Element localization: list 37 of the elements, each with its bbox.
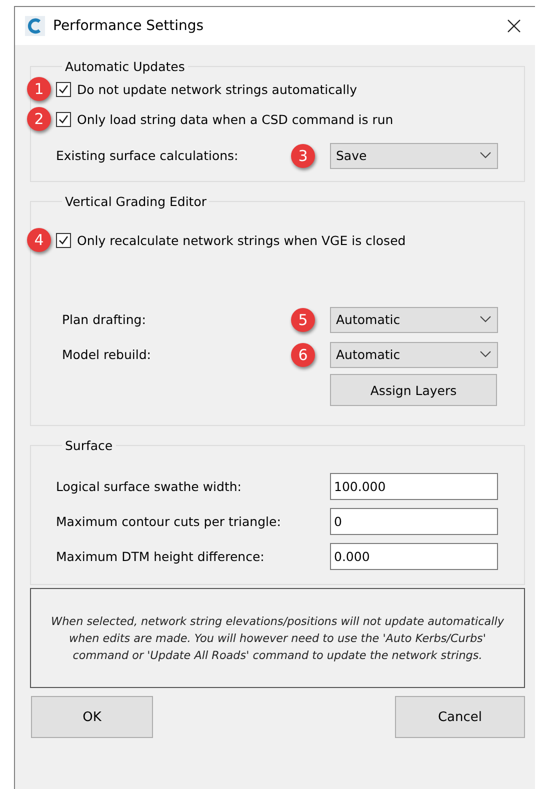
chevron-down-icon: [480, 152, 491, 159]
field-label: Plan drafting:: [62, 312, 147, 327]
window-title: Performance Settings: [53, 18, 205, 34]
info-note: When selected, network string elevations/positions will not update automatically when edits are made. You will however need to use the 'Auto Kerbs/Curbs' command or 'Update All Roads' command to update the network strings.: [30, 588, 525, 688]
group-title: Automatic Updates: [64, 59, 186, 74]
ok-button[interactable]: OK: [31, 696, 153, 738]
number-badge: 3: [291, 144, 315, 168]
assign-layers-button[interactable]: Assign Layers: [330, 374, 497, 406]
chevron-down-icon: [480, 316, 491, 323]
field-label: Logical surface swathe width:: [56, 479, 242, 494]
checkbox[interactable]: [56, 232, 71, 248]
close-icon[interactable]: [507, 19, 521, 33]
field-label: Model rebuild:: [62, 347, 152, 362]
number-badge: 4: [27, 228, 51, 252]
field-label: Existing surface calculations:: [56, 148, 240, 163]
input-field[interactable]: 0.000: [330, 543, 498, 570]
dropdown[interactable]: Save: [330, 142, 498, 168]
checkbox-label[interactable]: Only load string data when a CSD command is run: [77, 112, 394, 126]
checkbox[interactable]: [56, 82, 71, 96]
dropdown[interactable]: Automatic: [330, 342, 498, 368]
checkbox-label[interactable]: Only recalculate network strings when VGE is closed: [77, 232, 406, 248]
number-badge: 2: [27, 107, 51, 131]
app-logo-icon: [25, 16, 45, 36]
input-field[interactable]: 0: [330, 508, 498, 535]
input-field[interactable]: 100.000: [330, 473, 498, 500]
group-title: Surface: [64, 438, 114, 453]
number-badge: 1: [27, 77, 51, 101]
number-badge: 5: [291, 308, 315, 332]
group-title: Vertical Grading Editor: [64, 194, 208, 209]
field-label: Maximum DTM height difference:: [56, 549, 264, 564]
number-badge: 6: [291, 342, 315, 366]
field-label: Maximum contour cuts per triangle:: [56, 514, 281, 529]
dropdown[interactable]: Automatic: [330, 306, 498, 332]
cancel-button[interactable]: Cancel: [395, 696, 525, 738]
checkbox-label[interactable]: Do not update network strings automatically: [77, 82, 358, 96]
chevron-down-icon: [480, 351, 491, 358]
checkbox[interactable]: [56, 112, 71, 126]
